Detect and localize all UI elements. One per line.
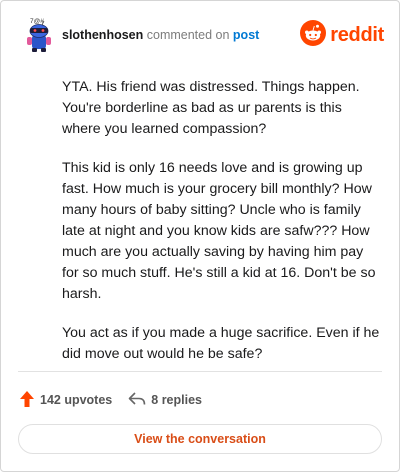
snoo-avatar-icon[interactable]: 7@# <box>18 15 58 55</box>
reddit-wordmark: reddit <box>330 23 384 46</box>
comment-body: YTA. His friend was distressed. Things h… <box>62 77 382 383</box>
reddit-logo-icon <box>300 19 327 51</box>
reddit-brand[interactable]: reddit <box>300 19 384 51</box>
comment-header: 7@# slothenhosen commented on post reddi… <box>18 15 384 55</box>
comment-paragraph: YTA. His friend was distressed. Things h… <box>62 79 360 137</box>
replies-count: 8 replies <box>151 393 202 407</box>
reply-arrow-icon <box>128 391 151 410</box>
upvote-arrow-icon <box>19 390 40 411</box>
view-conversation-button[interactable]: View the conversation <box>18 424 382 454</box>
upvotes-count: 142 upvotes <box>40 393 113 407</box>
post-link[interactable]: post <box>233 28 259 42</box>
byline-verb: commented on <box>146 28 230 42</box>
comment-stats: 142 upvotes 8 replies <box>19 390 218 410</box>
comment-paragraph: You act as if you made a huge sacrifice.… <box>62 325 380 362</box>
replies-stat[interactable]: 8 replies <box>128 391 202 410</box>
upvotes-stat[interactable]: 142 upvotes <box>19 390 112 411</box>
byline: slothenhosen commented on post <box>62 28 259 42</box>
username-link[interactable]: slothenhosen <box>62 28 143 42</box>
comment-card: 7@# slothenhosen commented on post reddi… <box>0 0 400 472</box>
divider <box>18 371 382 372</box>
comment-paragraph: This kid is only 16 needs love and is gr… <box>62 160 376 302</box>
